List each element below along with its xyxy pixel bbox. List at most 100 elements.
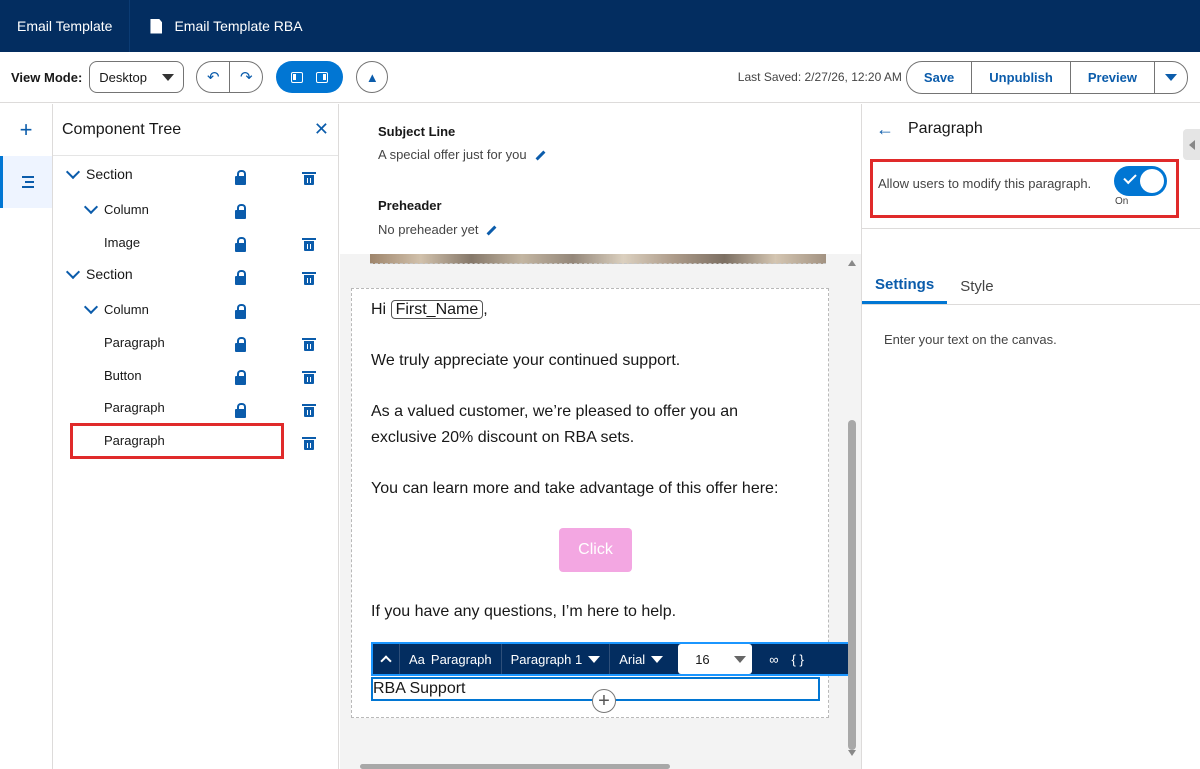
email-body-section[interactable]: Hi First_Name, We truly appreciate your … — [351, 288, 851, 718]
lock-icon[interactable] — [235, 270, 246, 285]
delete-icon[interactable] — [302, 338, 316, 351]
user-lock-icon: ▲ — [365, 69, 379, 85]
font-size-select[interactable]: 16 — [678, 644, 753, 674]
lock-icon[interactable] — [235, 237, 246, 252]
chevron-down-icon[interactable] — [65, 164, 81, 179]
edit-icon[interactable] — [487, 225, 497, 236]
merge-field-button[interactable]: { } — [787, 644, 807, 674]
lock-icon[interactable] — [235, 304, 246, 319]
properties-title: Paragraph — [908, 120, 983, 137]
undo-icon: ↶ — [206, 69, 220, 86]
email-meta: Subject Line A special offer just for yo… — [340, 104, 861, 254]
chevron-down-icon — [651, 655, 664, 663]
paragraph-offer[interactable]: As a valued customer, we’re pleased to o… — [371, 399, 738, 451]
view-mode-value: Desktop — [99, 69, 147, 85]
greeting-paragraph[interactable]: Hi First_Name, — [371, 297, 488, 323]
app-title[interactable]: Email Template — [0, 0, 131, 52]
component-tree-button[interactable] — [0, 156, 52, 208]
more-actions-button[interactable] — [1154, 61, 1187, 93]
delete-icon[interactable] — [302, 272, 316, 285]
panel-toggle-group — [276, 61, 344, 93]
right-panel-icon[interactable] — [316, 71, 329, 83]
user-access-button[interactable]: ▲ — [356, 61, 389, 93]
preheader-label: Preheader — [378, 198, 442, 213]
delete-icon[interactable] — [302, 371, 316, 384]
cta-button[interactable]: Click — [559, 528, 632, 572]
link-icon: ∞ — [769, 651, 779, 667]
tree-node-image[interactable]: Image — [104, 229, 140, 255]
lock-icon[interactable] — [235, 204, 246, 219]
lock-icon[interactable] — [235, 337, 246, 352]
tree-node-column[interactable]: Column — [83, 296, 149, 322]
paragraph-style-select[interactable]: Paragraph 1 — [502, 644, 611, 674]
component-tree-panel: Component Tree ✕ Section Column Image Se… — [53, 104, 339, 769]
lock-icon[interactable] — [235, 370, 246, 385]
tab-style[interactable]: Style — [947, 268, 1006, 304]
text-style-icon: Aa — [409, 651, 425, 667]
paragraph-appreciation[interactable]: We truly appreciate your continued suppo… — [371, 348, 680, 374]
collapse-toolbar-button[interactable] — [373, 644, 400, 674]
chevron-down-icon[interactable] — [83, 199, 99, 214]
paragraph-learn-more[interactable]: You can learn more and take advantage of… — [371, 476, 778, 502]
tree-node-section[interactable]: Section — [65, 161, 133, 187]
scroll-up-icon[interactable] — [848, 260, 856, 266]
scrollbar-thumb[interactable] — [848, 420, 856, 750]
unpublish-button[interactable]: Unpublish — [971, 61, 1070, 93]
plus-icon: + — [598, 690, 610, 712]
divider — [862, 228, 1200, 229]
delete-icon[interactable] — [302, 238, 316, 251]
tree-node-paragraph[interactable]: Paragraph — [104, 394, 165, 420]
scroll-down-icon[interactable] — [848, 750, 856, 756]
document-tab[interactable]: Email Template RBA — [130, 0, 322, 52]
canvas-horizontal-scrollbar[interactable] — [360, 764, 670, 769]
chevron-down-icon — [734, 655, 747, 663]
tree-node-section[interactable]: Section — [65, 261, 133, 287]
delete-icon[interactable] — [302, 404, 316, 417]
tree-node-paragraph[interactable]: Paragraph — [104, 329, 165, 355]
font-family-select[interactable]: Arial — [610, 644, 672, 674]
chevron-down-icon — [1165, 73, 1177, 81]
properties-tabs: Settings Style — [862, 268, 1200, 305]
collapse-panel-handle[interactable] — [1183, 129, 1200, 160]
chevron-down-icon[interactable] — [83, 299, 99, 314]
paragraph-questions[interactable]: If you have any questions, I’m here to h… — [371, 599, 676, 625]
selected-node-highlight — [70, 423, 284, 459]
header-image[interactable] — [370, 254, 826, 264]
delete-icon[interactable] — [302, 172, 316, 185]
action-button-group: Save Unpublish Preview — [905, 60, 1188, 94]
subject-line-label: Subject Line — [378, 124, 456, 139]
allow-modify-toggle[interactable] — [1114, 166, 1167, 196]
delete-icon[interactable] — [302, 437, 316, 450]
subject-line-value[interactable]: A special offer just for you — [378, 147, 546, 162]
insert-link-button[interactable]: ∞ — [760, 644, 787, 674]
chevron-down-icon — [162, 73, 175, 81]
undo-button[interactable]: ↶ — [197, 62, 229, 92]
view-mode-select[interactable]: Desktop — [89, 61, 185, 93]
tree-node-button[interactable]: Button — [104, 362, 142, 388]
save-button[interactable]: Save — [907, 62, 971, 93]
properties-header: ← Paragraph — [862, 104, 1200, 154]
chevron-down-icon[interactable] — [65, 264, 81, 279]
tree-node-paragraph-selected[interactable]: Paragraph — [104, 427, 165, 453]
redo-button[interactable]: ↷ — [229, 62, 262, 92]
back-arrow-icon[interactable]: ← — [876, 119, 894, 140]
check-icon — [1123, 170, 1137, 185]
lock-icon[interactable] — [235, 403, 246, 418]
preheader-value[interactable]: No preheader yet — [378, 222, 497, 237]
close-icon[interactable]: ✕ — [314, 119, 329, 140]
lock-icon[interactable] — [235, 170, 246, 185]
canvas-vertical-scrollbar[interactable] — [848, 260, 856, 756]
merge-field-first-name[interactable]: First_Name — [390, 300, 484, 319]
preview-button[interactable]: Preview — [1069, 61, 1154, 93]
add-component-button[interactable]: + — [0, 104, 52, 156]
properties-panel: ← Paragraph Allow users to modify this p… — [861, 104, 1200, 769]
block-type-button[interactable]: Aa Paragraph — [400, 644, 502, 674]
toggle-state-label: On — [1115, 196, 1129, 207]
tree-node-column[interactable]: Column — [83, 196, 149, 222]
left-panel-icon[interactable] — [291, 71, 304, 83]
tab-settings[interactable]: Settings — [862, 268, 948, 304]
last-saved-status: Last Saved: 2/27/26, 12:20 AM — [737, 70, 902, 84]
add-block-button[interactable]: + — [592, 689, 616, 713]
panel-title: Component Tree — [62, 120, 182, 138]
edit-icon[interactable] — [535, 150, 546, 161]
